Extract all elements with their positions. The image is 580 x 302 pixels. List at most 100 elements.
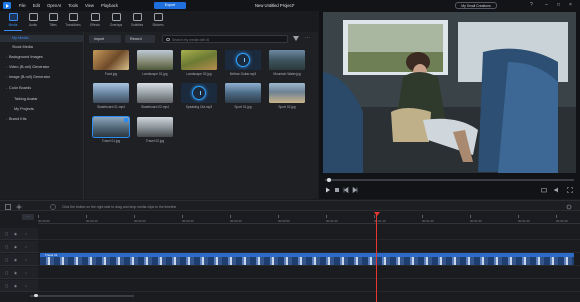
- menu-playback[interactable]: Playback: [101, 3, 118, 8]
- tool-audio[interactable]: Audio: [24, 13, 42, 27]
- record-button[interactable]: Record: [125, 35, 155, 43]
- tool-subtitles[interactable]: Subtitles: [128, 13, 146, 27]
- credits-button[interactable]: My Small Creations: [455, 2, 497, 9]
- sidebar-item-talking-avatar[interactable]: Talking Avatar: [14, 97, 38, 101]
- settings-icon[interactable]: [566, 204, 572, 210]
- preview-video[interactable]: [323, 12, 576, 173]
- step-forward-icon[interactable]: [352, 187, 358, 193]
- time-ruler[interactable]: 00:00:00 00:00:10 00:00:20 00:00:30 00:0…: [38, 214, 580, 224]
- track-header[interactable]: ▢ ◉ ♪: [0, 280, 38, 292]
- track-row[interactable]: [38, 280, 580, 292]
- track-lock-icon[interactable]: ▢: [5, 258, 8, 262]
- help-icon[interactable]: ?: [530, 2, 533, 8]
- tool-media[interactable]: Media: [4, 13, 22, 27]
- menu-openai[interactable]: OpenAI: [47, 3, 61, 8]
- playhead[interactable]: [376, 212, 377, 302]
- ruler-tick: 00:01:50: [556, 215, 568, 223]
- snapshot-icon[interactable]: [541, 187, 547, 193]
- search-input[interactable]: [172, 36, 282, 43]
- timeline-toolbar: Click the button on the right side to dr…: [0, 200, 580, 211]
- maximize-icon[interactable]: □: [557, 2, 560, 8]
- seek-handle[interactable]: [327, 178, 331, 182]
- track-visibility-icon[interactable]: ◉: [14, 271, 17, 275]
- close-icon[interactable]: ×: [569, 2, 572, 8]
- track-header[interactable]: ▢ ◉ ♪: [0, 254, 38, 266]
- clip-filmstrip: [40, 256, 574, 265]
- media-thumb-travel-02[interactable]: [137, 117, 173, 137]
- media-thumb-landscape-02[interactable]: [181, 50, 217, 70]
- effects-icon: [90, 13, 100, 21]
- play-icon[interactable]: [325, 187, 331, 193]
- track-header[interactable]: ▢ ◉ ♪: [0, 228, 38, 240]
- filter-icon[interactable]: [293, 36, 299, 41]
- media-thumb-speaking-out[interactable]: [181, 83, 217, 103]
- menu-edit[interactable]: Edit: [33, 3, 40, 8]
- sidebar-item-background-images[interactable]: › Background Images: [6, 55, 43, 59]
- sidebar-item-image-generator[interactable]: › Image (B-roll) Generator: [6, 75, 50, 79]
- track-row[interactable]: [38, 267, 580, 279]
- track-lock-icon[interactable]: ▢: [5, 271, 8, 275]
- track-audio-icon[interactable]: ♪: [25, 271, 27, 275]
- zoom-handle[interactable]: [34, 293, 38, 298]
- add-track-icon[interactable]: [16, 204, 22, 210]
- track-header[interactable]: ▢ ◉ ♪: [0, 267, 38, 279]
- more-options-icon[interactable]: ···: [305, 35, 310, 41]
- track-header[interactable]: ▢ ◉ ♪: [0, 241, 38, 253]
- volume-icon[interactable]: [554, 187, 560, 193]
- timeline-zoom-slider[interactable]: [30, 293, 134, 298]
- track-lock-icon[interactable]: ▢: [5, 284, 8, 288]
- tool-titles[interactable]: Titles: [44, 13, 62, 27]
- track-audio-icon[interactable]: ♪: [25, 245, 27, 249]
- menu-view[interactable]: View: [85, 3, 94, 8]
- media-thumb-sport-01[interactable]: [225, 83, 261, 103]
- track-row[interactable]: [38, 228, 580, 240]
- step-back-icon[interactable]: [343, 187, 349, 193]
- tool-transitions[interactable]: Transitions: [64, 13, 82, 27]
- media-label: Food.jpg: [104, 72, 118, 76]
- track-lock-icon[interactable]: ▢: [5, 245, 8, 249]
- tool-stickers[interactable]: Stickers: [149, 13, 167, 27]
- media-thumb-skateboard-02[interactable]: [137, 83, 173, 103]
- chevron-right-icon: ›: [6, 65, 7, 69]
- timeline-view-icon[interactable]: [5, 203, 11, 210]
- project-title: New Untitled Project*: [255, 3, 295, 8]
- fullscreen-icon[interactable]: [567, 187, 573, 193]
- media-thumb-travel-01[interactable]: [92, 116, 130, 138]
- tool-effects[interactable]: Effects: [86, 13, 104, 27]
- media-thumb-mountain-water[interactable]: [269, 50, 305, 70]
- export-button[interactable]: Export: [154, 2, 186, 9]
- track-audio-icon[interactable]: ♪: [25, 284, 27, 288]
- playhead-handle[interactable]: [373, 212, 380, 216]
- track-visibility-icon[interactable]: ◉: [14, 284, 17, 288]
- timeline-menu-button[interactable]: ···: [22, 214, 34, 220]
- track-audio-icon[interactable]: ♪: [25, 258, 27, 262]
- track-lock-icon[interactable]: ▢: [5, 232, 8, 236]
- import-button[interactable]: Import: [89, 35, 121, 43]
- media-thumb-sport-02[interactable]: [269, 83, 305, 103]
- app-logo-icon: [3, 2, 11, 9]
- preview-seek-slider[interactable]: [325, 178, 574, 182]
- tool-overlays[interactable]: Overlays: [107, 13, 125, 27]
- media-thumb-skateboard-01[interactable]: [93, 83, 129, 103]
- sidebar-item-my-projects[interactable]: My Projects: [14, 107, 34, 111]
- minimize-icon[interactable]: –: [545, 2, 548, 8]
- track-visibility-icon[interactable]: ◉: [14, 258, 17, 262]
- sticker-icon: [153, 13, 163, 21]
- track-row[interactable]: [38, 241, 580, 253]
- media-thumb-landscape-01[interactable]: [137, 50, 173, 70]
- menu-file[interactable]: File: [19, 3, 26, 8]
- video-clip[interactable]: Travel 01: [40, 253, 574, 265]
- track-visibility-icon[interactable]: ◉: [14, 232, 17, 236]
- track-visibility-icon[interactable]: ◉: [14, 245, 17, 249]
- sidebar-item-stock-media[interactable]: Stock Media: [12, 45, 33, 49]
- sidebar-item-brand-kits[interactable]: › Brand Kits: [6, 117, 27, 121]
- menu-tools[interactable]: Tools: [68, 3, 78, 8]
- track-audio-icon[interactable]: ♪: [25, 232, 27, 236]
- stop-icon[interactable]: [334, 187, 340, 193]
- transition-icon: [68, 13, 78, 21]
- media-thumb-food[interactable]: [93, 50, 129, 70]
- sidebar-item-color-boards[interactable]: › Color Boards: [6, 86, 31, 90]
- sidebar-item-video-generator[interactable]: › Video (B-roll) Generator: [6, 65, 49, 69]
- media-thumb-mellow-guitar[interactable]: [225, 50, 261, 70]
- sidebar-item-my-media[interactable]: My Media: [0, 35, 84, 42]
